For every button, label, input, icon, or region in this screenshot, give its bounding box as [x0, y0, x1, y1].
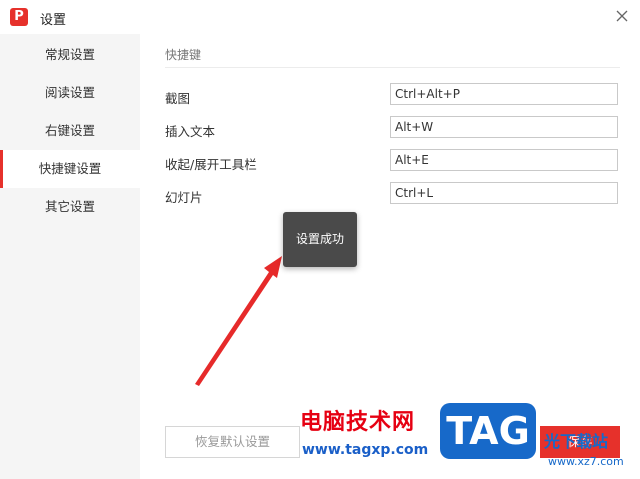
section-title: 快捷键 [165, 48, 202, 62]
shortcut-label-insert-text: 插入文本 [165, 124, 216, 139]
shortcut-label-slideshow: 幻灯片 [165, 190, 203, 205]
watermark-brand: 光下载站 [544, 432, 609, 451]
sidebar-item-general[interactable]: 常规设置 [0, 36, 140, 74]
watermark-tag-logo: TAG [440, 403, 536, 459]
watermark-site-url: www.tagxp.com [302, 442, 429, 458]
sidebar-item-right-click[interactable]: 右键设置 [0, 112, 140, 150]
shortcut-label-toolbar: 收起/展开工具栏 [165, 157, 257, 172]
sidebar-item-reading[interactable]: 阅读设置 [0, 74, 140, 112]
shortcut-input-screenshot[interactable] [390, 83, 618, 105]
shortcut-label-screenshot: 截图 [165, 91, 191, 106]
close-icon[interactable] [612, 6, 632, 26]
sidebar-item-other[interactable]: 其它设置 [0, 188, 140, 226]
section-divider [165, 67, 620, 68]
sidebar-item-shortcuts[interactable]: 快捷键设置 [0, 150, 140, 188]
shortcut-input-slideshow[interactable] [390, 182, 618, 204]
app-logo-icon: P [10, 8, 28, 26]
settings-sidebar: 常规设置 阅读设置 右键设置 快捷键设置 其它设置 [0, 34, 140, 479]
red-arrow-annotation [195, 256, 282, 386]
title-bar: P 设置 [0, 0, 640, 34]
success-toast: 设置成功 [283, 212, 357, 267]
watermark-site-name: 电脑技术网 [300, 410, 416, 435]
reset-defaults-button[interactable]: 恢复默认设置 [165, 426, 300, 458]
watermark-brand-url: www.xz7.com [548, 455, 624, 468]
shortcut-input-insert-text[interactable] [390, 116, 618, 138]
window-title: 设置 [40, 13, 67, 28]
shortcut-input-toolbar[interactable] [390, 149, 618, 171]
